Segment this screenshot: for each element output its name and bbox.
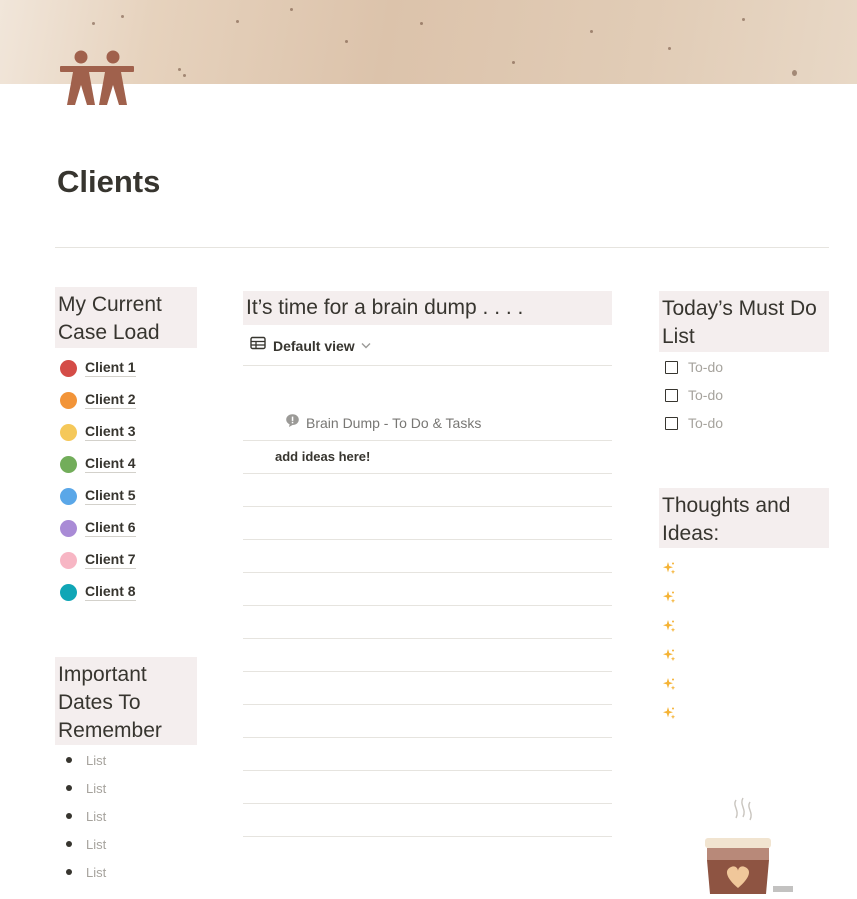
chevron-down-icon <box>361 340 371 352</box>
client-item[interactable]: Client 8 <box>60 576 136 608</box>
divider <box>55 247 829 248</box>
bullet-icon <box>66 841 72 847</box>
list-item[interactable]: List <box>66 746 106 774</box>
two-people-icon[interactable] <box>58 48 136 108</box>
checkbox[interactable] <box>665 360 678 374</box>
list-item[interactable]: List <box>66 774 106 802</box>
todo-placeholder[interactable]: To-do <box>688 359 723 375</box>
table-divider <box>243 803 612 804</box>
client-item[interactable]: Client 3 <box>60 416 136 448</box>
list-item[interactable]: List <box>66 830 106 858</box>
caseload-heading: My Current Case Load <box>55 287 197 348</box>
client-link[interactable]: Client 5 <box>85 487 136 505</box>
bullet-icon <box>66 869 72 875</box>
client-link[interactable]: Client 6 <box>85 519 136 537</box>
important-dates-heading: Important Dates To Remember <box>55 657 197 745</box>
list-placeholder[interactable]: List <box>86 781 106 796</box>
table-title: Brain Dump - To Do & Tasks <box>306 415 482 431</box>
table-divider <box>243 506 612 507</box>
thoughts-heading: Thoughts and Ideas: <box>659 488 829 548</box>
table-column-header[interactable]: Brain Dump - To Do & Tasks <box>285 413 481 433</box>
table-divider <box>243 770 612 771</box>
todo-list: To-do To-do To-do <box>665 353 723 437</box>
todo-placeholder[interactable]: To-do <box>688 415 723 431</box>
client-item[interactable]: Client 6 <box>60 512 136 544</box>
table-divider <box>243 671 612 672</box>
brain-dump-heading: It’s time for a brain dump . . . . <box>243 291 612 325</box>
table-divider <box>243 440 612 441</box>
coffee-cup-icon <box>696 796 796 894</box>
bullet-icon <box>66 785 72 791</box>
table-divider <box>243 737 612 738</box>
status-dot-icon <box>60 583 77 601</box>
client-item[interactable]: Client 7 <box>60 544 136 576</box>
sparkle-icon[interactable] <box>662 553 676 582</box>
client-link[interactable]: Client 7 <box>85 551 136 569</box>
table-divider <box>243 605 612 606</box>
client-link[interactable]: Client 3 <box>85 423 136 441</box>
bullet-icon <box>66 757 72 763</box>
sparkle-icon[interactable] <box>662 611 676 640</box>
table-divider <box>243 704 612 705</box>
thoughts-list <box>662 553 676 727</box>
page-title: Clients <box>57 164 161 199</box>
client-link[interactable]: Client 2 <box>85 391 136 409</box>
list-placeholder[interactable]: List <box>86 753 106 768</box>
client-link[interactable]: Client 4 <box>85 455 136 473</box>
table-divider <box>243 836 612 837</box>
client-list: Client 1 Client 2 Client 3 Client 4 Clie… <box>60 352 136 608</box>
view-label: Default view <box>273 337 355 354</box>
list-item[interactable]: List <box>66 858 106 886</box>
must-do-heading: Today’s Must Do List <box>659 291 829 352</box>
status-dot-icon <box>60 487 77 505</box>
client-item[interactable]: Client 2 <box>60 384 136 416</box>
checkbox[interactable] <box>665 416 678 430</box>
list-placeholder[interactable]: List <box>86 809 106 824</box>
table-divider <box>243 572 612 573</box>
table-cell[interactable]: add ideas here! <box>275 449 370 464</box>
table-divider <box>243 539 612 540</box>
client-link[interactable]: Client 1 <box>85 359 136 377</box>
sparkle-icon[interactable] <box>662 582 676 611</box>
status-dot-icon <box>60 455 77 473</box>
list-item[interactable]: List <box>66 802 106 830</box>
status-dot-icon <box>60 423 77 441</box>
sparkle-icon[interactable] <box>662 640 676 669</box>
todo-item[interactable]: To-do <box>665 353 723 381</box>
sparkle-icon[interactable] <box>662 669 676 698</box>
list-placeholder[interactable]: List <box>86 837 106 852</box>
client-item[interactable]: Client 4 <box>60 448 136 480</box>
bullet-icon <box>66 813 72 819</box>
client-link[interactable]: Client 8 <box>85 583 136 601</box>
dates-list: List List List List List <box>66 746 106 886</box>
view-switcher[interactable]: Default view <box>250 336 371 355</box>
sparkle-icon[interactable] <box>662 698 676 727</box>
client-item[interactable]: Client 1 <box>60 352 136 384</box>
client-item[interactable]: Client 5 <box>60 480 136 512</box>
table-divider <box>243 473 612 474</box>
todo-item[interactable]: To-do <box>665 409 723 437</box>
status-dot-icon <box>60 519 77 537</box>
status-dot-icon <box>60 359 77 377</box>
table-divider <box>243 638 612 639</box>
comment-icon <box>285 413 300 433</box>
list-placeholder[interactable]: List <box>86 865 106 880</box>
table-icon <box>250 336 266 355</box>
table-divider <box>243 365 612 366</box>
status-dot-icon <box>60 551 77 569</box>
checkbox[interactable] <box>665 388 678 402</box>
todo-placeholder[interactable]: To-do <box>688 387 723 403</box>
todo-item[interactable]: To-do <box>665 381 723 409</box>
status-dot-icon <box>60 391 77 409</box>
